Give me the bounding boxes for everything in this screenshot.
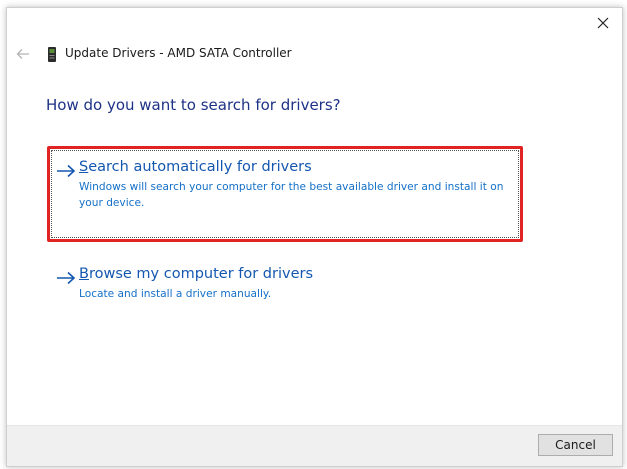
device-icon (48, 47, 56, 62)
title-bar: Update Drivers - AMD SATA Controller (7, 41, 622, 67)
browse-computer-title: Browse my computer for drivers (79, 266, 313, 282)
close-icon (597, 17, 609, 29)
access-key: S (79, 159, 89, 175)
update-drivers-dialog: Update Drivers - AMD SATA Controller How… (6, 7, 623, 467)
back-arrow-icon (16, 49, 29, 59)
title-rest: earch automatically for drivers (88, 159, 312, 175)
search-automatically-option[interactable]: Search automatically for drivers Windows… (47, 146, 523, 242)
page-heading: How do you want to search for drivers? (46, 96, 341, 114)
title-rest: rowse my computer for drivers (88, 266, 314, 282)
browse-computer-description: Locate and install a driver manually. (79, 288, 272, 300)
close-button[interactable] (588, 10, 618, 36)
cancel-button[interactable]: Cancel (538, 434, 613, 456)
browse-computer-option[interactable]: Browse my computer for drivers Locate an… (47, 260, 523, 306)
arrow-right-icon (57, 164, 76, 178)
access-key: B (79, 266, 89, 282)
window-title: Update Drivers - AMD SATA Controller (65, 46, 292, 60)
search-automatically-description: Windows will search your computer for th… (79, 181, 504, 209)
dialog-footer: Cancel (7, 425, 622, 466)
arrow-right-icon (57, 271, 76, 285)
back-button[interactable] (12, 45, 34, 63)
search-automatically-title: Search automatically for drivers (79, 159, 312, 175)
